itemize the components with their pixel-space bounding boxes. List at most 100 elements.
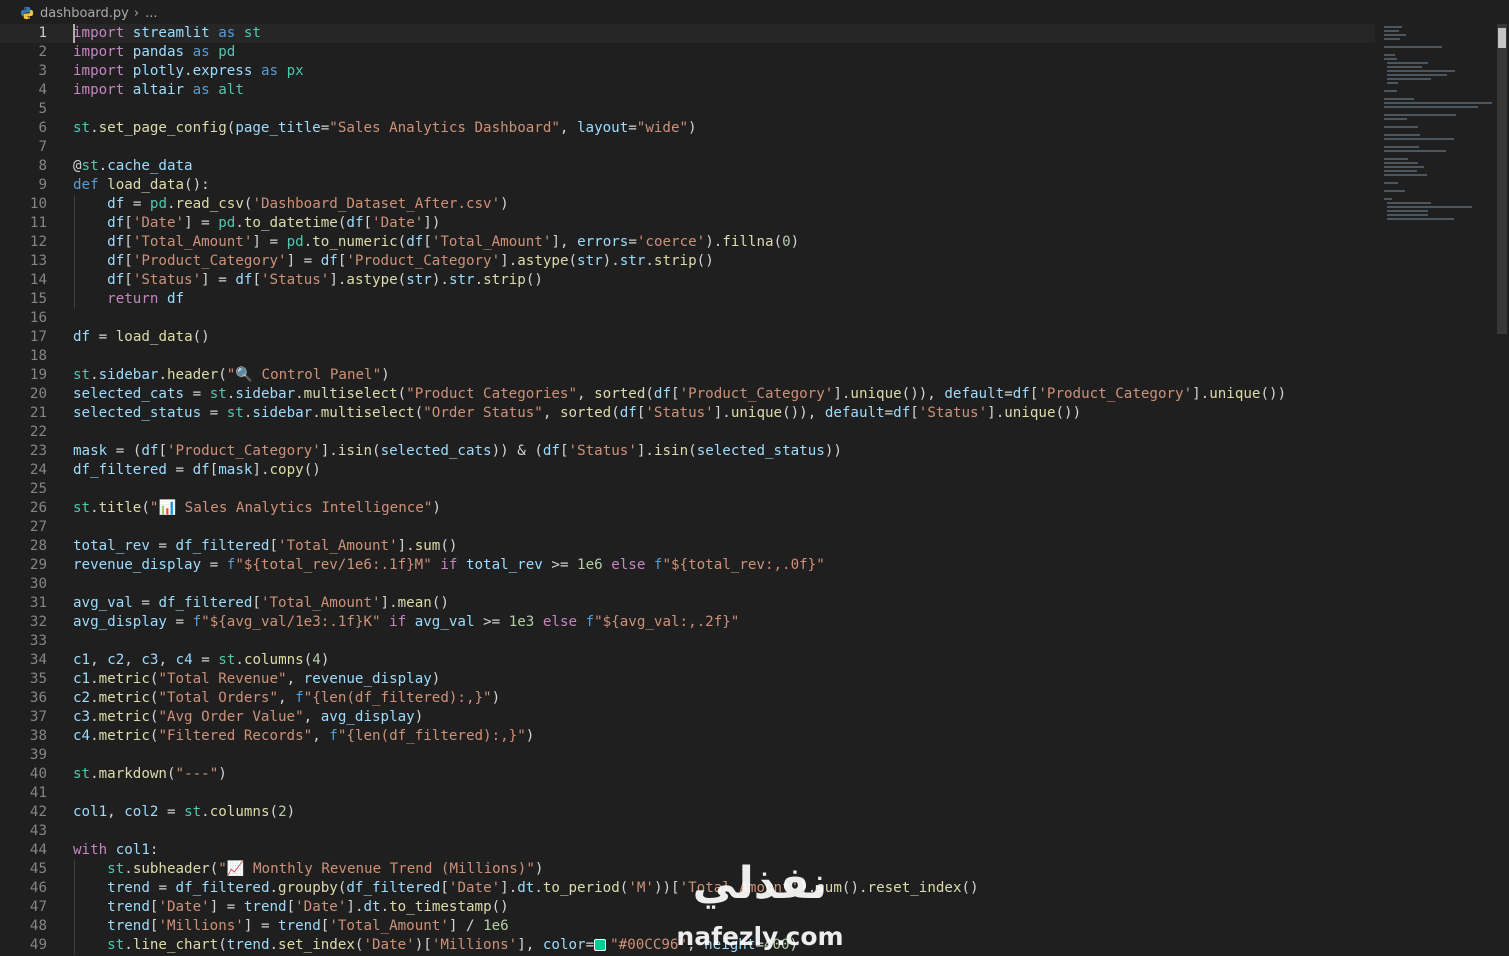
code-line[interactable]: 12 df['Total_Amount'] = pd.to_numeric(df… [0, 233, 1375, 252]
code-text[interactable]: st.markdown("---") [73, 765, 227, 784]
code-text[interactable]: st.sidebar.header("🔍 Control Panel") [73, 366, 390, 385]
vertical-scrollbar[interactable] [1495, 24, 1509, 956]
code-text[interactable]: with col1: [73, 841, 158, 860]
code-text[interactable]: df['Status'] = df['Status'].astype(str).… [73, 271, 543, 290]
code-text[interactable]: st.line_chart(trend.set_index('Date')['M… [73, 936, 798, 955]
code-line[interactable]: 44 with col1: [0, 841, 1375, 860]
code-text[interactable]: c1.metric("Total Revenue", revenue_displ… [73, 670, 440, 689]
code-text[interactable]: col1, col2 = st.columns(2) [73, 803, 295, 822]
code-text[interactable]: c2.metric("Total Orders", f"{len(df_filt… [73, 689, 500, 708]
breadcrumb: dashboard.py › ... [0, 0, 1509, 26]
code-editor[interactable]: 1 import streamlit as st 2 import pandas as… [0, 24, 1380, 956]
code-text[interactable]: mask = (df['Product_Category'].isin(sele… [73, 442, 842, 461]
scrollbar-thumb[interactable] [1497, 24, 1507, 334]
code-line[interactable]: 35 c1.metric("Total Revenue", revenue_dis… [0, 670, 1375, 689]
code-line[interactable]: 19 st.sidebar.header("🔍 Control Panel") [0, 366, 1375, 385]
minimap-line [1384, 26, 1402, 28]
code-line[interactable]: 42 col1, col2 = st.columns(2) [0, 803, 1375, 822]
line-number: 4 [38, 82, 47, 98]
code-line[interactable]: 46 trend = df_filtered.groupby(df_filter… [0, 879, 1375, 898]
code-text[interactable]: df_filtered = df[mask].copy() [73, 461, 321, 480]
code-line[interactable]: 43 [0, 822, 1375, 841]
code-line[interactable]: 2 import pandas as pd [0, 43, 1375, 62]
code-text[interactable]: df = load_data() [73, 328, 210, 347]
code-text[interactable]: trend = df_filtered.groupby(df_filtered[… [73, 879, 978, 898]
code-line[interactable]: 13 df['Product_Category'] = df['Product_… [0, 252, 1375, 271]
code-line[interactable]: 9 def load_data(): [0, 176, 1375, 195]
code-text[interactable]: def load_data(): [73, 176, 210, 195]
code-text[interactable]: avg_val = df_filtered['Total_Amount'].me… [73, 594, 449, 613]
code-line[interactable]: 33 [0, 632, 1375, 651]
code-text[interactable]: selected_status = st.sidebar.multiselect… [73, 404, 1081, 423]
code-line[interactable]: 16 [0, 309, 1375, 328]
code-text[interactable]: c3.metric("Avg Order Value", avg_display… [73, 708, 423, 727]
code-line[interactable]: 21 selected_status = st.sidebar.multisele… [0, 404, 1375, 423]
scrollbar-cursor-marker [1498, 28, 1506, 48]
code-line[interactable]: 39 [0, 746, 1375, 765]
code-text[interactable]: df = pd.read_csv('Dashboard_Dataset_Afte… [73, 195, 509, 214]
code-text[interactable]: st.title("📊 Sales Analytics Intelligence… [73, 499, 441, 518]
code-line[interactable]: 20 selected_cats = st.sidebar.multiselect… [0, 385, 1375, 404]
code-line[interactable]: 25 [0, 480, 1375, 499]
code-line[interactable]: 28 total_rev = df_filtered['Total_Amount'… [0, 537, 1375, 556]
code-line[interactable]: 30 [0, 575, 1375, 594]
code-line[interactable]: 1 import streamlit as st [0, 24, 1375, 43]
code-line[interactable]: 34 c1, c2, c3, c4 = st.columns(4) [0, 651, 1375, 670]
code-line[interactable]: 40 st.markdown("---") [0, 765, 1375, 784]
code-text[interactable]: df['Total_Amount'] = pd.to_numeric(df['T… [73, 233, 799, 252]
code-text[interactable]: import streamlit as st [73, 24, 261, 43]
code-text[interactable]: selected_cats = st.sidebar.multiselect("… [73, 385, 1286, 404]
code-text[interactable]: trend['Millions'] = trend['Total_Amount'… [73, 917, 509, 936]
code-line[interactable]: 48 trend['Millions'] = trend['Total_Amou… [0, 917, 1375, 936]
code-line[interactable]: 49 st.line_chart(trend.set_index('Date')… [0, 936, 1375, 955]
code-text[interactable]: avg_display = f"${avg_val/1e3:.1f}K" if … [73, 613, 739, 632]
code-line[interactable]: 32 avg_display = f"${avg_val/1e3:.1f}K" i… [0, 613, 1375, 632]
code-line[interactable]: 8 @st.cache_data [0, 157, 1375, 176]
code-line[interactable]: 38 c4.metric("Filtered Records", f"{len(d… [0, 727, 1375, 746]
code-line[interactable]: 7 [0, 138, 1375, 157]
line-number: 6 [38, 120, 47, 136]
code-line[interactable]: 15 return df [0, 290, 1375, 309]
breadcrumb-more[interactable]: ... [145, 6, 157, 21]
code-text[interactable]: @st.cache_data [73, 157, 193, 176]
code-line[interactable]: 24 df_filtered = df[mask].copy() [0, 461, 1375, 480]
code-text[interactable]: c1, c2, c3, c4 = st.columns(4) [73, 651, 329, 670]
code-text[interactable]: revenue_display = f"${total_rev/1e6:.1f}… [73, 556, 825, 575]
code-line[interactable]: 41 [0, 784, 1375, 803]
code-line[interactable]: 6 st.set_page_config(page_title="Sales An… [0, 119, 1375, 138]
color-swatch[interactable] [594, 939, 607, 951]
minimap[interactable] [1380, 24, 1495, 956]
code-line[interactable]: 18 [0, 347, 1375, 366]
code-line[interactable]: 22 [0, 423, 1375, 442]
code-line[interactable]: 47 trend['Date'] = trend['Date'].dt.to_t… [0, 898, 1375, 917]
code-line[interactable]: 5 [0, 100, 1375, 119]
code-line[interactable]: 27 [0, 518, 1375, 537]
code-line[interactable]: 11 df['Date'] = pd.to_datetime(df['Date'… [0, 214, 1375, 233]
indent-guide [74, 195, 75, 214]
code-text[interactable]: total_rev = df_filtered['Total_Amount'].… [73, 537, 457, 556]
code-line[interactable]: 3 import plotly.express as px [0, 62, 1375, 81]
code-text[interactable]: st.subheader("📈 Monthly Revenue Trend (M… [73, 860, 543, 879]
code-line[interactable]: 10 df = pd.read_csv('Dashboard_Dataset_A… [0, 195, 1375, 214]
code-text[interactable]: import plotly.express as px [73, 62, 304, 81]
code-line[interactable]: 36 c2.metric("Total Orders", f"{len(df_fi… [0, 689, 1375, 708]
code-text[interactable]: df['Date'] = pd.to_datetime(df['Date']) [73, 214, 440, 233]
code-text[interactable]: c4.metric("Filtered Records", f"{len(df_… [73, 727, 534, 746]
code-text[interactable]: import altair as alt [73, 81, 244, 100]
code-line[interactable]: 26 st.title("📊 Sales Analytics Intelligen… [0, 499, 1375, 518]
code-line[interactable]: 17 df = load_data() [0, 328, 1375, 347]
code-text[interactable]: st.set_page_config(page_title="Sales Ana… [73, 119, 697, 138]
code-text[interactable]: trend['Date'] = trend['Date'].dt.to_time… [73, 898, 509, 917]
code-line[interactable]: 31 avg_val = df_filtered['Total_Amount'].… [0, 594, 1375, 613]
code-line[interactable]: 23 mask = (df['Product_Category'].isin(se… [0, 442, 1375, 461]
code-text[interactable]: import pandas as pd [73, 43, 235, 62]
code-line[interactable]: 29 revenue_display = f"${total_rev/1e6:.1… [0, 556, 1375, 575]
breadcrumb-file[interactable]: dashboard.py [40, 6, 129, 21]
code-text[interactable]: df['Product_Category'] = df['Product_Cat… [73, 252, 714, 271]
code-line[interactable]: 4 import altair as alt [0, 81, 1375, 100]
line-number: 25 [29, 481, 47, 497]
code-text[interactable]: return df [73, 290, 184, 309]
code-line[interactable]: 45 st.subheader("📈 Monthly Revenue Trend… [0, 860, 1375, 879]
code-line[interactable]: 37 c3.metric("Avg Order Value", avg_displ… [0, 708, 1375, 727]
code-line[interactable]: 14 df['Status'] = df['Status'].astype(st… [0, 271, 1375, 290]
